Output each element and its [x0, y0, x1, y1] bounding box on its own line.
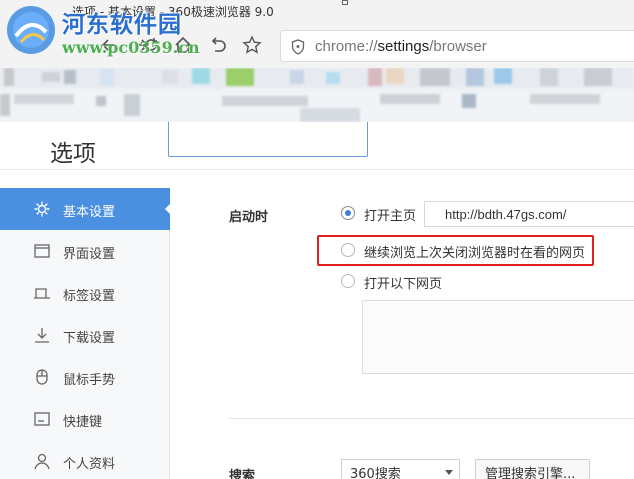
sidebar-item-profile[interactable]: 个人资料 [0, 440, 170, 479]
radio-open-homepage[interactable] [341, 206, 355, 220]
download-icon [35, 328, 49, 343]
section-divider [229, 418, 634, 419]
window-control-icon[interactable] [342, 0, 348, 5]
settings-sidebar: 基本设置 界面设置 标签设置 下载设置 鼠标手势 快捷键 个人资料 [0, 188, 171, 479]
person-icon [34, 453, 50, 470]
chevron-down-icon [445, 470, 453, 475]
sidebar-item-label: 界面设置 [63, 247, 116, 262]
bookmarks-bar-blurred [0, 68, 634, 122]
shield-icon[interactable] [291, 39, 305, 59]
gear-icon [34, 201, 50, 217]
title-bar: 选项 - 基本设置 - 360极速浏览器 9.0 [0, 0, 634, 24]
sidebar-item-tabs[interactable]: 标签设置 [0, 272, 170, 314]
browser-toolbar: chrome://settings/browser [0, 24, 634, 68]
sidebar-item-shortcuts[interactable]: 快捷键 [0, 398, 170, 440]
sidebar-item-label: 个人资料 [63, 457, 116, 472]
sidebar-item-label: 标签设置 [63, 289, 116, 304]
page-title: 选项 [50, 141, 96, 167]
sidebar-item-label: 基本设置 [63, 205, 116, 220]
search-engine-select[interactable]: 360搜索 [341, 459, 460, 479]
url-scheme: chrome:// [315, 38, 378, 55]
sidebar-item-label: 快捷键 [63, 415, 103, 430]
window-icon [34, 244, 50, 258]
option-open-pages-label: 打开以下网页 [364, 277, 443, 292]
address-url[interactable]: chrome://settings/browser [315, 38, 487, 55]
reload-icon[interactable] [140, 34, 162, 56]
address-bar[interactable]: chrome://settings/browser [280, 30, 634, 62]
url-path: /browser [429, 38, 487, 55]
homepage-url-input[interactable]: http://bdth.47gs.com/ [424, 201, 634, 227]
tab-icon [34, 288, 50, 299]
manage-search-engines-button[interactable]: 管理搜索引擎... [475, 459, 590, 479]
settings-content: 启动时 打开主页 http://bdth.47gs.com/ 继续浏览上次关闭浏… [170, 170, 634, 479]
url-host: settings [377, 38, 430, 55]
settings-search-input[interactable] [168, 122, 368, 157]
search-engine-value: 360搜索 [350, 467, 401, 479]
home-icon[interactable] [172, 34, 194, 56]
settings-header: 选项 [0, 122, 634, 170]
startup-pages-list[interactable] [362, 300, 634, 374]
search-label: 搜索 [229, 469, 256, 479]
keyboard-icon [34, 412, 50, 426]
window-title: 选项 - 基本设置 - 360极速浏览器 9.0 [72, 5, 274, 19]
back-arrow-icon[interactable] [98, 34, 120, 56]
startup-label: 启动时 [229, 210, 269, 225]
mouse-icon [36, 369, 48, 385]
settings-page: 选项 基本设置 界面设置 标签设置 下载设置 鼠标手势 快捷键 个人资料 启动时… [0, 122, 634, 479]
star-icon[interactable] [241, 34, 263, 56]
undo-icon[interactable] [207, 34, 229, 56]
sidebar-item-label: 鼠标手势 [63, 373, 116, 388]
option-open-homepage-label: 打开主页 [364, 209, 417, 224]
sidebar-item-label: 下载设置 [63, 331, 116, 346]
sidebar-item-interface[interactable]: 界面设置 [0, 230, 170, 272]
radio-open-pages[interactable] [341, 274, 355, 288]
sidebar-item-mouse-gesture[interactable]: 鼠标手势 [0, 356, 170, 398]
sidebar-item-download[interactable]: 下载设置 [0, 314, 170, 356]
highlight-annotation [317, 235, 594, 266]
sidebar-item-basic[interactable]: 基本设置 [0, 188, 171, 230]
